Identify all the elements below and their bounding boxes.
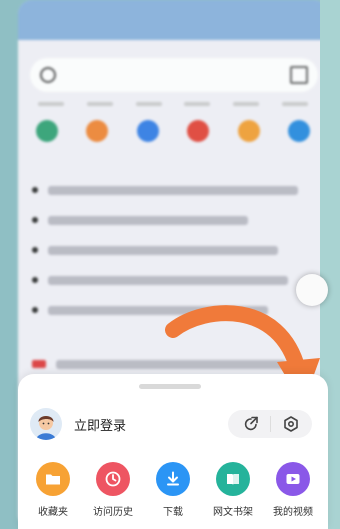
menu-item-icon-bg [96,462,130,496]
menu-item-favorites[interactable]: 收藏夹 [24,462,82,518]
login-label[interactable]: 立即登录 [74,415,126,434]
menu-item-label: 网文书架 [213,507,253,518]
menu-item-icon-bg [156,462,190,496]
menu-bottom-sheet: 立即登录 收藏夹 访问历史 下载 网文书架 我的视频 [18,374,328,529]
background-search-bar [30,58,318,92]
menu-grid: 收藏夹 访问历史 下载 网文书架 我的视频 [24,462,322,518]
background-tabs [38,102,308,106]
menu-item-videos[interactable]: 我的视频 [264,462,322,518]
menu-item-icon-bg [216,462,250,496]
user-avatar-icon [30,408,62,440]
sheet-drag-handle[interactable] [139,384,201,389]
play-icon [286,474,300,484]
folder-icon [46,474,60,485]
download-icon [167,471,179,486]
share-button[interactable] [240,413,262,435]
menu-item-label: 收藏夹 [38,507,68,518]
menu-item-label: 访问历史 [93,507,133,518]
gear-icon [284,416,298,432]
settings-button[interactable] [280,413,302,435]
header-actions [228,410,312,438]
book-icon [227,474,239,485]
share-icon [244,416,258,431]
avatar[interactable] [30,408,62,440]
menu-item-downloads[interactable]: 下载 [144,462,202,518]
menu-item-label: 下载 [163,507,183,518]
menu-item-label: 我的视频 [273,507,313,518]
menu-item-icon-bg [36,462,70,496]
login-row[interactable]: 立即登录 [30,408,126,440]
background-shortcut-icons [36,120,310,142]
menu-item-history[interactable]: 访问历史 [84,462,142,518]
background-top-bar [18,0,328,40]
clock-icon [105,471,121,487]
search-icon [40,67,56,83]
menu-item-bookshelf[interactable]: 网文书架 [204,462,262,518]
menu-item-icon-bg [276,462,310,496]
scan-icon [290,66,308,84]
